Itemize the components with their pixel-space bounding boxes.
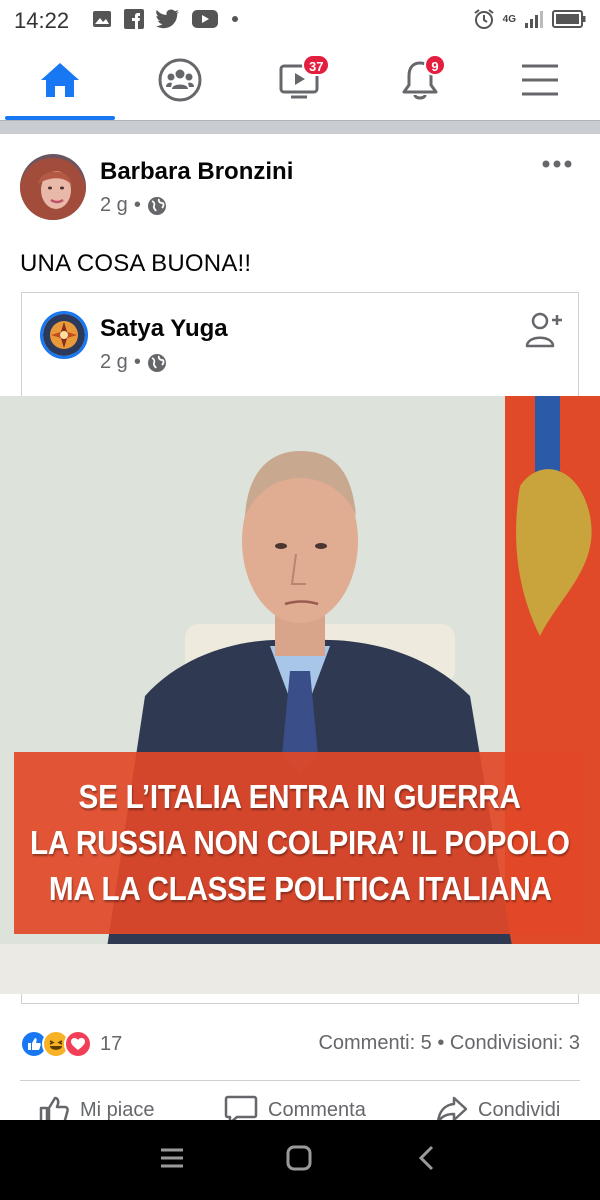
back-icon (418, 1145, 434, 1171)
reactions-summary[interactable]: 17 (20, 1030, 122, 1058)
notifications-badge: 9 (424, 54, 446, 76)
recent-apps-button[interactable] (158, 1144, 186, 1177)
status-bar: 14:22 4G (0, 0, 600, 40)
like-label: Mi piace (80, 1098, 155, 1121)
more-options-button[interactable] (542, 156, 572, 174)
comment-label: Commenta (268, 1098, 366, 1121)
groups-icon (158, 58, 202, 102)
system-nav-bar (0, 1120, 600, 1200)
share-label: Condividi (478, 1098, 561, 1121)
battery-icon (552, 10, 586, 28)
tab-watch[interactable]: 37 (240, 40, 360, 120)
shared-card-bottom (21, 994, 579, 1004)
globe-icon (147, 196, 166, 215)
network-label: 4G (502, 13, 516, 25)
watch-badge: 37 (302, 54, 331, 76)
post-text: UNA COSA BUONA!! (20, 250, 252, 277)
tab-notifications[interactable]: 9 (360, 40, 480, 120)
tab-home[interactable] (0, 40, 120, 120)
image-caption: SE L’ITALIA ENTRA IN GUERRA LA RUSSIA NO… (14, 752, 586, 934)
globe-icon (147, 353, 166, 372)
twitter-icon (156, 9, 179, 29)
status-time: 14:22 (14, 8, 70, 33)
shared-post-meta: 2 g • (100, 351, 167, 374)
meta-separator: • (133, 194, 141, 216)
caption-line-3: MA LA CLASSE POLITICA ITALIANA (48, 870, 552, 907)
post-image[interactable]: SE L’ITALIA ENTRA IN GUERRA LA RUSSIA NO… (0, 396, 600, 994)
home-button[interactable] (285, 1144, 313, 1177)
love-reaction-icon (64, 1030, 92, 1058)
youtube-icon (192, 10, 218, 28)
menu-icon (522, 64, 558, 96)
stats-divider (20, 1080, 580, 1081)
tab-groups[interactable] (120, 40, 240, 120)
image-icon (93, 11, 111, 27)
post-stats[interactable]: Commenti: 5 • Condivisioni: 3 (318, 1032, 580, 1055)
add-friend-button[interactable] (524, 309, 564, 354)
add-friend-icon (525, 312, 562, 348)
alarm-icon (474, 9, 494, 29)
post-meta: 2 g • (100, 194, 167, 217)
shared-meta-separator: • (133, 351, 141, 373)
dot-icon (232, 16, 238, 22)
caption-line-2: LA RUSSIA NON COLPIRA’ IL POPOLO (30, 824, 570, 861)
author-name[interactable]: Barbara Bronzini (100, 158, 293, 186)
shared-post-time[interactable]: 2 g (100, 351, 128, 374)
author-avatar[interactable] (20, 154, 86, 220)
caption-line-1: SE L’ITALIA ENTRA IN GUERRA (78, 778, 522, 815)
signal-icon (525, 11, 543, 28)
home-icon (41, 63, 79, 97)
post-time[interactable]: 2 g (100, 194, 128, 217)
recent-apps-icon (161, 1148, 183, 1168)
system-icons: 4G (473, 8, 586, 30)
more-icon (542, 160, 572, 168)
back-button[interactable] (414, 1144, 442, 1177)
shared-author-name[interactable]: Satya Yuga (100, 315, 228, 343)
tab-bar: 37 9 (0, 40, 600, 120)
notification-icons (92, 9, 240, 29)
facebook-icon (124, 9, 144, 29)
reaction-count: 17 (100, 1032, 123, 1055)
shared-author-avatar[interactable] (40, 311, 88, 359)
post: Barbara Bronzini 2 g • UNA COSA BUONA!! … (0, 134, 600, 1125)
home-nav-icon (286, 1145, 312, 1171)
tab-menu[interactable] (480, 40, 600, 120)
feed-separator (0, 120, 600, 134)
